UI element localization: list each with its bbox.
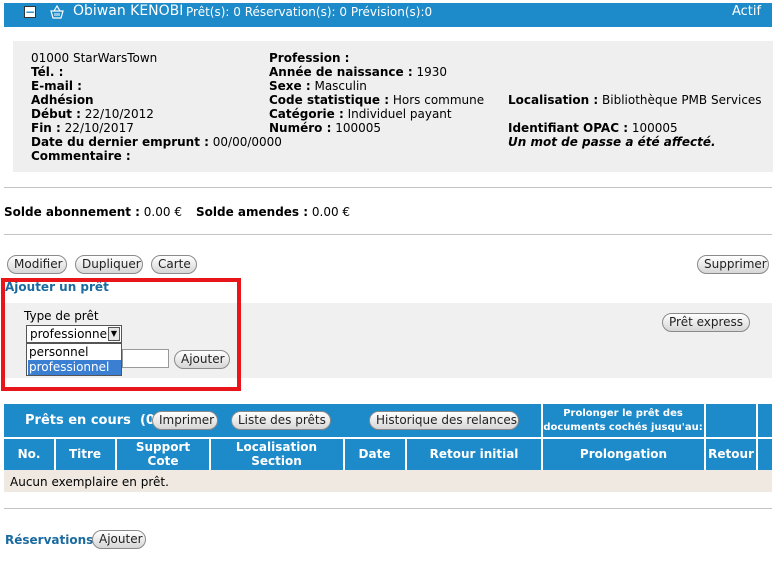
ajouter-reservation-button[interactable]: Ajouter (92, 530, 146, 549)
email-label: E-mail : (31, 79, 82, 93)
birth-year-field: Année de naissance : 1930 (269, 65, 448, 79)
modifier-button[interactable]: Modifier (7, 255, 67, 274)
divider (756, 437, 758, 470)
col-header-no[interactable]: No. (4, 447, 54, 461)
liste-prets-button[interactable]: Liste des prêts (231, 411, 331, 430)
basket-icon[interactable] (49, 4, 65, 19)
carte-button[interactable]: Carte (151, 255, 197, 274)
historique-relances-button[interactable]: Historique des relances (369, 411, 519, 430)
last-loan-field: Date du dernier emprunt : 00/00/0000 (31, 135, 282, 149)
categorie-field: Catégorie : Individuel payant (269, 107, 452, 121)
reader-stats: Prêt(s): 0 Réservation(s): 0 Prévision(s… (186, 5, 433, 19)
prolonger-label: Prolonger le prêt des documents cochés ju… (543, 408, 703, 433)
tel-label: Tél. : (31, 65, 64, 79)
address-text: 01000 StarWarsTown (31, 51, 158, 65)
divider (4, 234, 772, 235)
loans-table-title: Prêts en cours (0) (25, 413, 161, 428)
divider (756, 404, 758, 437)
divider (4, 508, 772, 509)
reader-name: Obiwan KENOBI (73, 3, 184, 19)
password-note: Un mot de passe a été affecté. (508, 135, 716, 149)
solde-abonnement: Solde abonnement : 0.00 € (4, 205, 182, 219)
debut-field: Début : 22/10/2012 (31, 107, 154, 121)
opac-id-field: Identifiant OPAC : 100005 (508, 121, 678, 135)
profession-label: Profession : (269, 51, 350, 65)
supprimer-button[interactable]: Supprimer (697, 255, 769, 274)
col-header-date[interactable]: Date (345, 447, 404, 461)
col-header-retour[interactable]: Retour (706, 447, 756, 461)
col-header-support-cote[interactable]: Support Cote (117, 440, 209, 468)
numero-field: Numéro : 100005 (269, 121, 382, 135)
col-header-titre[interactable]: Titre (56, 447, 114, 461)
fin-field: Fin : 22/10/2017 (31, 121, 134, 135)
col-header-localisation-section[interactable]: Localisation Section (211, 440, 342, 468)
localisation-field: Localisation : Bibliothèque PMB Services (508, 93, 762, 107)
imprimer-button[interactable]: Imprimer (152, 411, 218, 430)
dupliquer-button[interactable]: Dupliquer (75, 255, 143, 274)
divider (4, 437, 772, 439)
sexe-field: Sexe : Masculin (269, 79, 367, 93)
divider (704, 404, 706, 437)
code-stat-field: Code statistique : Hors commune (269, 93, 485, 107)
empty-loans-message: Aucun exemplaire en prêt. (10, 475, 169, 489)
highlight-box (1, 278, 241, 391)
comment-label: Commentaire : (31, 149, 131, 163)
col-header-retour-initial[interactable]: Retour initial (407, 447, 541, 461)
pret-express-button[interactable]: Prêt express (662, 313, 750, 332)
col-header-prolongation[interactable]: Prolongation (543, 447, 704, 461)
divider (4, 187, 772, 188)
reader-status: Actif (732, 4, 762, 19)
collapse-toggle-icon[interactable]: − (24, 6, 36, 18)
adhesion-label: Adhésion (31, 93, 94, 107)
reservations-title: Réservations (5, 533, 94, 547)
solde-amendes: Solde amendes : 0.00 € (196, 205, 351, 219)
